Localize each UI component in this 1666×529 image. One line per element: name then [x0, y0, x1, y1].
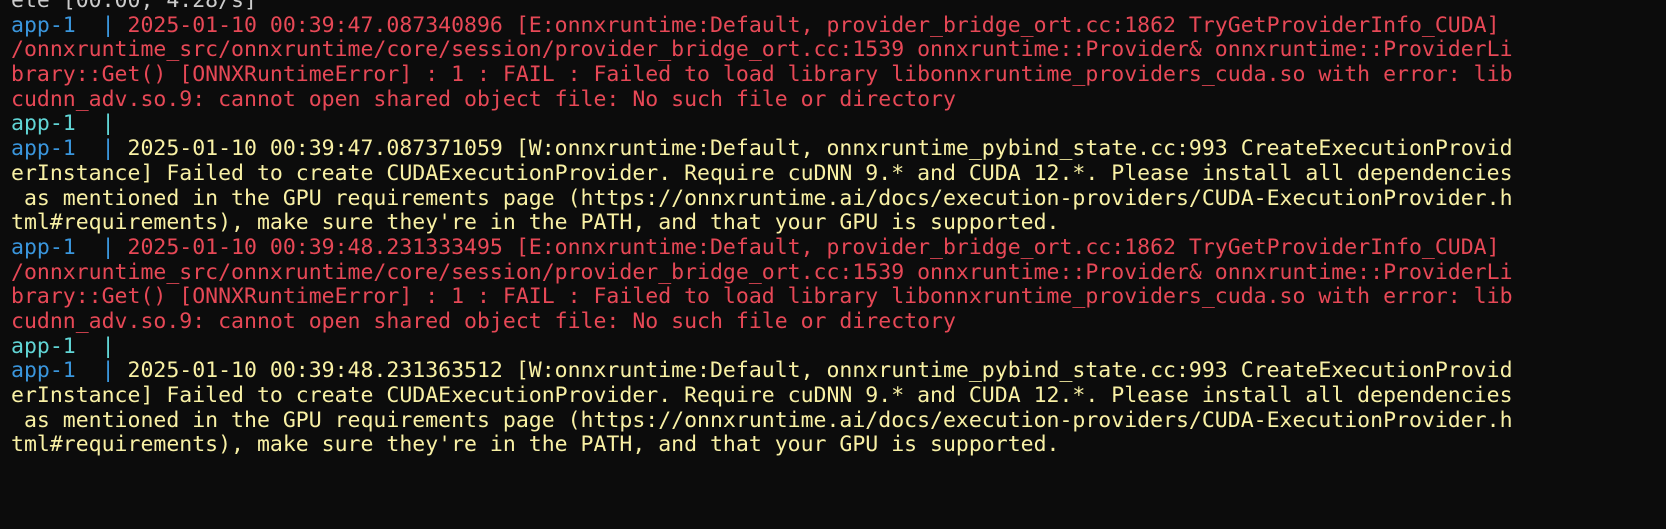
log-text: erInstance] Failed to create CUDAExecuti…: [11, 384, 1513, 408]
terminal-output[interactable]: ete [00:00, 4.28/s] app-1 | 2025-01-10 00…: [0, 0, 1666, 529]
terminal-line: app-1 |: [11, 112, 1666, 137]
container-prefix: app-1 |: [11, 13, 128, 38]
terminal-line: tml#requirements), make sure they're in …: [11, 211, 1666, 236]
log-text: brary::Get() [ONNXRuntimeError] : 1 : FA…: [11, 63, 1513, 88]
log-text: brary::Get() [ONNXRuntimeError] : 1 : FA…: [11, 285, 1513, 310]
terminal-line: as mentioned in the GPU requirements pag…: [11, 409, 1666, 434]
log-text: erInstance] Failed to create CUDAExecuti…: [11, 161, 1513, 186]
log-text: 2025-01-10 00:39:48.231333495 [E:onnxrun…: [127, 235, 1500, 260]
log-text: as mentioned in the GPU requirements pag…: [11, 408, 1513, 433]
log-text: cudnn_adv.so.9: cannot open shared objec…: [11, 309, 956, 334]
terminal-line: /onnxruntime_src/onnxruntime/core/sessio…: [11, 38, 1666, 63]
container-prefix: app-1 |: [11, 112, 128, 137]
terminal-line: cudnn_adv.so.9: cannot open shared objec…: [11, 88, 1666, 113]
terminal-line: app-1 | 2025-01-10 00:39:47.087371059 [W…: [11, 137, 1666, 162]
terminal-line: ete [00:00, 4.28/s]: [11, 0, 1666, 14]
terminal-line: app-1 | 2025-01-10 00:39:48.231363512 [W…: [11, 359, 1666, 384]
log-text: /onnxruntime_src/onnxruntime/core/sessio…: [11, 260, 1513, 285]
terminal-line: cudnn_adv.so.9: cannot open shared objec…: [11, 310, 1666, 335]
container-prefix: app-1 |: [11, 334, 128, 359]
terminal-line: app-1 | 2025-01-10 00:39:47.087340896 [E…: [11, 14, 1666, 39]
log-text: tml#requirements), make sure they're in …: [11, 211, 1060, 236]
terminal-line: erInstance] Failed to create CUDAExecuti…: [11, 384, 1666, 409]
container-prefix: app-1 |: [11, 359, 128, 384]
terminal-line: app-1 | 2025-01-10 00:39:48.231333495 [E…: [11, 236, 1666, 261]
container-prefix: app-1 |: [11, 137, 128, 162]
terminal-line: brary::Get() [ONNXRuntimeError] : 1 : FA…: [11, 285, 1666, 310]
terminal-line: /onnxruntime_src/onnxruntime/core/sessio…: [11, 261, 1666, 286]
log-text: 2025-01-10 00:39:48.231363512 [W:onnxrun…: [127, 359, 1513, 384]
log-text: as mentioned in the GPU requirements pag…: [11, 186, 1513, 211]
terminal-line: tml#requirements), make sure they're in …: [11, 433, 1666, 458]
terminal-line: erInstance] Failed to create CUDAExecuti…: [11, 162, 1666, 187]
log-text: ete [00:00, 4.28/s]: [11, 0, 257, 13]
log-text: 2025-01-10 00:39:47.087340896 [E:onnxrun…: [127, 13, 1500, 38]
log-text: /onnxruntime_src/onnxruntime/core/sessio…: [11, 38, 1513, 63]
log-text: tml#requirements), make sure they're in …: [11, 433, 1060, 458]
log-text: cudnn_adv.so.9: cannot open shared objec…: [11, 87, 956, 112]
log-text: 2025-01-10 00:39:47.087371059 [W:onnxrun…: [127, 137, 1513, 162]
terminal-line: app-1 |: [11, 335, 1666, 360]
container-prefix: app-1 |: [11, 235, 128, 260]
terminal-line: as mentioned in the GPU requirements pag…: [11, 187, 1666, 212]
terminal-line: brary::Get() [ONNXRuntimeError] : 1 : FA…: [11, 63, 1666, 88]
